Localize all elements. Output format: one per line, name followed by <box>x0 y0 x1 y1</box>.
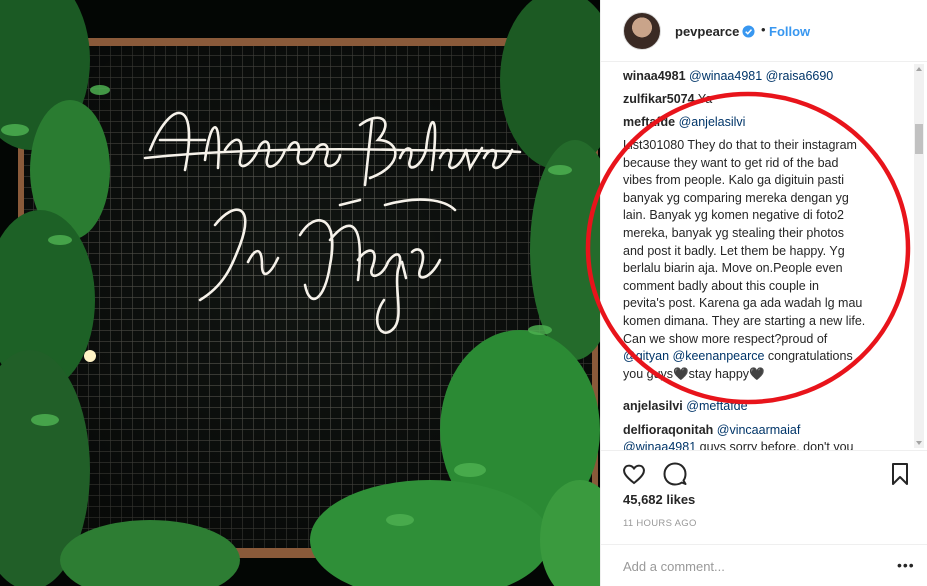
comment-item: zulfikar5074 Ya <box>623 91 903 108</box>
separator-dot: • <box>761 22 766 37</box>
comment-text: Ya <box>697 92 713 106</box>
follow-button[interactable]: Follow <box>769 24 810 39</box>
comment-text-line: They do that to their instagram <box>687 138 857 152</box>
comment-mention[interactable]: @meftafde <box>686 399 747 413</box>
more-options-button[interactable]: ••• <box>897 557 915 573</box>
comment-text-line: and post it badly. Let them be happy. Yg <box>623 243 845 258</box>
comment-text-line: you guys🖤stay happy🖤 <box>623 366 765 381</box>
comment-text: guys sorry before, don't you <box>696 440 854 450</box>
comment-list[interactable]: winaa4981 @winaa4981 @raisa6690 zulfikar… <box>601 62 927 450</box>
comment-mention[interactable]: @winaa4981 @raisa6690 <box>689 69 833 83</box>
comment-username[interactable]: meftafde <box>623 115 675 129</box>
comment-text-line: vibes from people. Kalo ga digituin past… <box>623 173 844 188</box>
comment-text-line: mereka, banyak yg stealing their photos <box>623 225 844 240</box>
comment-item: meftafde @anjelasilvi <box>623 114 903 131</box>
comment-text-line: banyak yg comparing mereka dengan yg <box>623 190 849 205</box>
scroll-up-arrow-icon[interactable] <box>914 64 924 74</box>
add-comment-bar: ••• <box>601 544 927 586</box>
comment-username[interactable]: delfioraqonitah <box>623 423 713 437</box>
comment-mention[interactable]: @gityan @keenanpearce <box>623 349 764 363</box>
comment-text-line: because they want to get rid of the bad <box>623 155 839 170</box>
comment-item: List301080 They do that to their instagr… <box>623 137 903 383</box>
comment-username[interactable]: anjelasilvi <box>623 399 683 413</box>
bookmark-icon[interactable] <box>887 461 913 487</box>
header-username[interactable]: pevpearce <box>675 24 739 39</box>
comment-text-line: berlalu biarin aja. Move on.People even <box>623 261 843 276</box>
comment-item: delfioraqonitah @vincaarmaiaf @winaa4981… <box>623 422 903 450</box>
comment-text-line: pevita's post. Karena ga ada wadah lg ma… <box>623 296 863 311</box>
verified-badge-icon <box>742 25 755 38</box>
post-actions <box>601 450 927 490</box>
comment-bubble-icon[interactable] <box>662 461 688 487</box>
heart-icon[interactable] <box>621 461 647 487</box>
comment-input[interactable] <box>623 559 883 574</box>
post-timestamp[interactable]: 11 HOURS AGO <box>623 518 697 529</box>
comment-text-line: komen dimana. They are starting a new li… <box>623 313 866 328</box>
comment-mention[interactable]: @anjelasilvi <box>679 115 746 129</box>
comment-item: winaa4981 @winaa4981 @raisa6690 <box>623 68 903 85</box>
comment-item: anjelasilvi @meftafde <box>623 398 903 415</box>
post-side-panel: pevpearce • Follow winaa4981 @winaa4981 … <box>600 0 927 586</box>
comment-username[interactable]: zulfikar5074 <box>623 92 695 106</box>
comment-text-line: lain. Banyak yg komen negative di foto2 <box>623 208 844 223</box>
comment-username[interactable]: winaa4981 <box>623 69 686 83</box>
comment-mention[interactable]: @winaa4981 <box>623 440 696 450</box>
comment-text: congratulations <box>764 349 853 364</box>
comment-text-line: Can we show more respect?proud of <box>623 331 828 346</box>
avatar[interactable] <box>623 12 661 50</box>
post-photo <box>0 0 600 586</box>
comment-scrollbar[interactable] <box>914 64 924 448</box>
post-header: pevpearce • Follow <box>601 0 927 62</box>
scroll-thumb[interactable] <box>915 124 923 154</box>
comment-text-line: comment badly about this couple in <box>623 278 819 293</box>
comment-username[interactable]: List301080 <box>623 138 684 152</box>
photo-illustration <box>0 0 600 586</box>
like-count[interactable]: 45,682 likes <box>623 492 695 507</box>
scroll-down-arrow-icon[interactable] <box>914 438 924 448</box>
comment-mention[interactable]: @vincaarmaiaf <box>717 423 801 437</box>
